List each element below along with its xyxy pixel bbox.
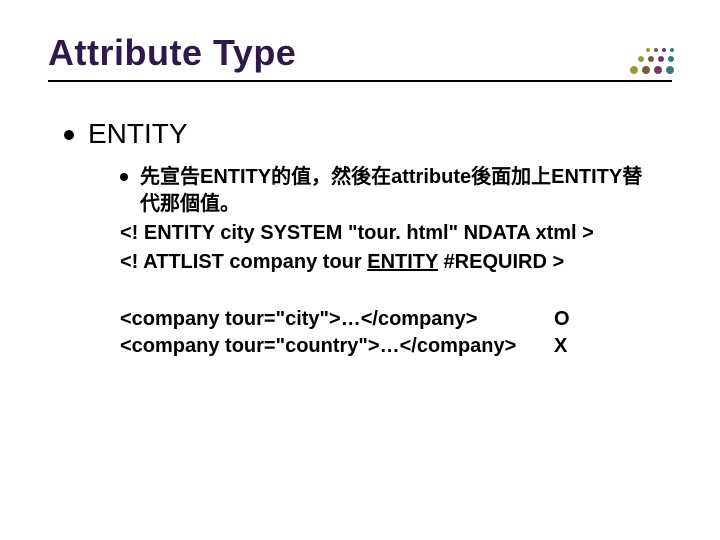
bullet-icon xyxy=(120,173,128,181)
slide: Attribute Type ENTITY 先宣告ENTITY的值，然後在att… xyxy=(0,0,720,540)
example-row: <company tour="city">…</company> O xyxy=(120,306,660,333)
code-text-post: #REQUIRD > xyxy=(438,251,564,273)
decorative-dots xyxy=(630,48,674,74)
level2-block: 先宣告ENTITY的值，然後在attribute後面加上ENTITY替代那個值。… xyxy=(120,164,660,360)
level2-desc: 先宣告ENTITY的值，然後在attribute後面加上ENTITY替代那個值。 xyxy=(140,164,660,218)
slide-title: Attribute Type xyxy=(48,32,672,74)
title-underline xyxy=(48,80,672,82)
level1-item: ENTITY xyxy=(64,118,672,150)
example-mark: O xyxy=(554,306,570,333)
code-line-1: <! ENTITY city SYSTEM "tour. html" NDATA… xyxy=(120,220,660,247)
code-line-2: <! ATTLIST company tour ENTITY #REQUIRD … xyxy=(120,249,660,276)
examples-block: <company tour="city">…</company> O <comp… xyxy=(120,306,660,360)
example-mark: X xyxy=(554,333,567,360)
code-text: <! ENTITY city SYSTEM "tour. html" NDATA… xyxy=(120,222,594,244)
bullet-icon xyxy=(64,130,74,140)
level1-heading: ENTITY xyxy=(88,118,188,150)
example-row: <company tour="country">…</company> X xyxy=(120,333,660,360)
level2-desc-item: 先宣告ENTITY的值，然後在attribute後面加上ENTITY替代那個值。 xyxy=(120,164,660,218)
example-code: <company tour="city">…</company> xyxy=(120,306,550,333)
code-text-underlined: ENTITY xyxy=(367,251,438,273)
code-text-pre: <! ATTLIST company tour xyxy=(120,251,367,273)
content-area: ENTITY 先宣告ENTITY的值，然後在attribute後面加上ENTIT… xyxy=(64,118,672,360)
example-code: <company tour="country">…</company> xyxy=(120,333,550,360)
